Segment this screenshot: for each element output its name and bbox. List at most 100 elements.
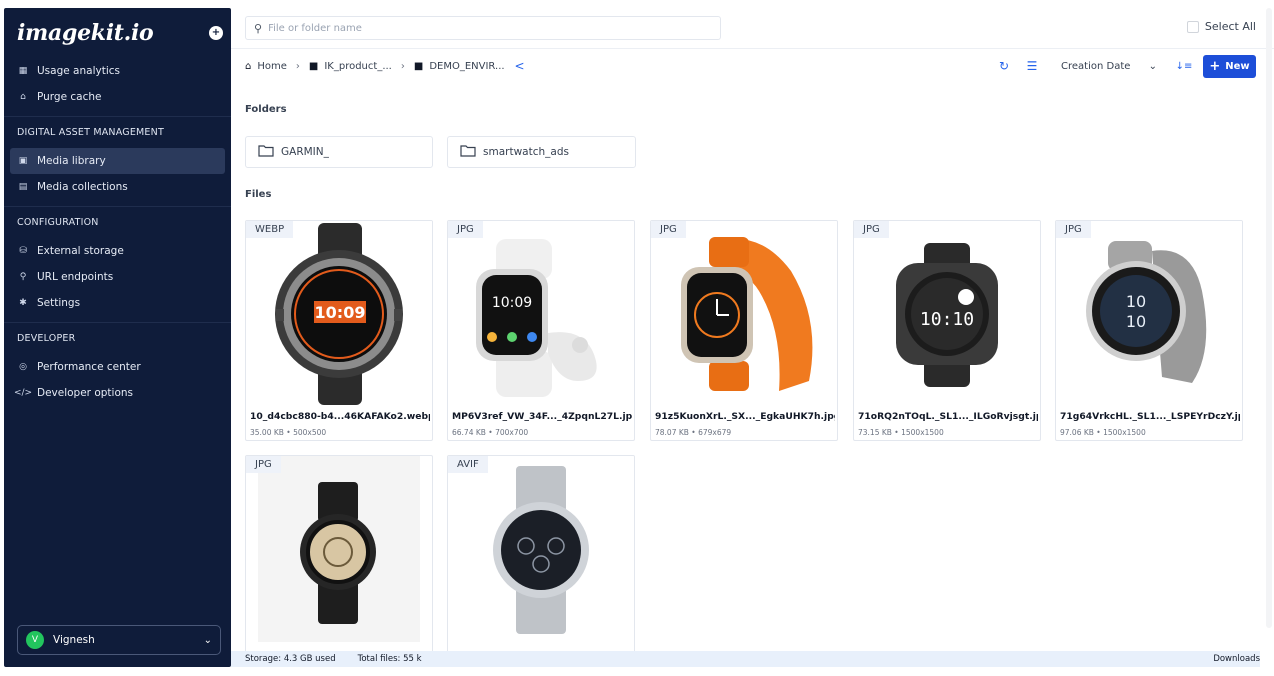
file-card[interactable]: 10:09 JPG MP6V3ref_VW_34F..._4ZpqnL27L.j…	[447, 220, 635, 441]
plus-circle-icon[interactable]: +	[209, 26, 223, 40]
folder-icon	[460, 144, 476, 160]
thumbnail: 10:10	[854, 221, 1040, 407]
sidebar-item-url-endpoints[interactable]: ⚲ URL endpoints	[4, 264, 231, 290]
sort-select[interactable]: Creation Date ⌄	[1051, 54, 1167, 78]
database-icon: ⛁	[19, 246, 27, 256]
sidebar-item-developer-options[interactable]: </> Developer options	[4, 380, 231, 406]
logo-row: imagekit.io +	[4, 8, 231, 58]
folder-name: GARMIN_	[281, 146, 329, 158]
file-card[interactable]: 10 10 JPG 71g64VrkcHL._SL1..._LSPEYrDczY…	[1055, 220, 1243, 441]
thumbnail: 10:09	[448, 221, 634, 407]
sidebar-item-usage-analytics[interactable]: ▦ Usage analytics	[4, 58, 231, 84]
section-label-configuration: CONFIGURATION	[4, 206, 231, 238]
sidebar-item-media-library[interactable]: ▣ Media library	[10, 148, 225, 174]
sort-direction-icon[interactable]: ↓≡	[1173, 61, 1195, 72]
svg-text:10: 10	[1126, 292, 1146, 311]
home-icon: ⌂	[245, 60, 252, 72]
file-meta: 97.06 KB • 1500x1500	[1060, 428, 1146, 437]
svg-text:10:10: 10:10	[920, 309, 974, 330]
main-content: ⚲ File or folder name Select All ⌂ Home …	[231, 0, 1274, 676]
breadcrumb-home[interactable]: Home	[257, 61, 287, 72]
search-input[interactable]: ⚲ File or folder name	[245, 16, 721, 40]
file-name: 71oRQ2nTOqL._SL1..._ILGoRvjsgt.jpg	[858, 411, 1038, 422]
sidebar-item-label: URL endpoints	[37, 271, 114, 283]
svg-text:10:09: 10:09	[315, 303, 366, 322]
thumbnail	[448, 456, 634, 642]
sidebar-item-label: Media collections	[37, 181, 128, 193]
select-all-label: Select All	[1204, 20, 1256, 33]
watch-image: 10:10	[896, 243, 998, 387]
sidebar-item-label: Usage analytics	[37, 65, 120, 77]
file-name: MP6V3ref_VW_34F..._4ZpqnL27L.jpeg	[452, 411, 632, 422]
list-view-icon[interactable]: ☰	[1021, 59, 1043, 73]
thumbnail: 10 10	[1056, 221, 1242, 407]
chevron-down-icon: ⌄	[1148, 60, 1157, 72]
file-card[interactable]: JPG	[245, 455, 433, 655]
sidebar-item-purge-cache[interactable]: ⌂ Purge cache	[4, 84, 231, 110]
gear-icon: ✱	[19, 298, 27, 308]
folder-card[interactable]: smartwatch_ads	[447, 136, 636, 168]
watch-image: 10:09	[275, 223, 403, 405]
sidebar-item-label: Developer options	[37, 387, 134, 399]
watch-image	[493, 466, 589, 634]
user-name: Vignesh	[53, 634, 95, 646]
gauge-icon: ◎	[19, 362, 27, 372]
sidebar-item-external-storage[interactable]: ⛁ External storage	[4, 238, 231, 264]
file-card[interactable]: 10:09 WEBP 10_d4cbc880-b4...46KAFAKo2.we…	[245, 220, 433, 441]
folder-icon: ■	[308, 60, 319, 72]
watch-image: 10:09	[476, 239, 597, 397]
refresh-icon[interactable]: ↻	[993, 59, 1015, 73]
sort-label: Creation Date	[1061, 60, 1131, 72]
divider	[231, 48, 1274, 49]
sidebar-item-settings[interactable]: ✱ Settings	[4, 290, 231, 316]
share-icon[interactable]: <	[515, 59, 525, 73]
file-name: 71g64VrkcHL._SL1..._LSPEYrDczY.jpg	[1060, 411, 1240, 422]
file-card[interactable]: 10:10 JPG 71oRQ2nTOqL._SL1..._ILGoRvjsgt…	[853, 220, 1041, 441]
watch-image	[300, 482, 376, 624]
folders-heading: Folders	[245, 104, 287, 115]
file-meta: 66.74 KB • 700x700	[452, 428, 529, 437]
sidebar-item-label: Settings	[37, 297, 81, 309]
broom-icon: ⌂	[20, 92, 26, 102]
breadcrumb: ⌂ Home › ■ IK_product_... › ■ DEMO_ENVIR…	[245, 58, 525, 74]
file-name: 10_d4cbc880-b4...46KAFAKo2.webp	[250, 411, 430, 422]
breadcrumb-folder-2[interactable]: DEMO_ENVIR...	[429, 61, 504, 72]
chart-icon: ▦	[18, 66, 28, 76]
file-card[interactable]: AVIF	[447, 455, 635, 655]
chevron-right-icon: ›	[400, 60, 405, 72]
breadcrumb-folder-1[interactable]: IK_product_...	[324, 61, 392, 72]
thumbnail	[258, 456, 420, 642]
top-bar: ⚲ File or folder name Select All	[245, 16, 1256, 40]
files-heading: Files	[245, 189, 272, 200]
chevron-right-icon: ›	[295, 60, 300, 72]
sidebar: imagekit.io + ▦ Usage analytics ⌂ Purge …	[4, 8, 231, 667]
thumbnail	[651, 221, 837, 407]
search-placeholder: File or folder name	[268, 22, 362, 34]
file-type-badge: JPG	[246, 456, 281, 473]
storage-used: Storage: 4.3 GB used	[245, 654, 336, 664]
sidebar-item-label: Media library	[37, 155, 106, 167]
sidebar-item-label: External storage	[37, 245, 124, 257]
select-all-checkbox[interactable]	[1186, 20, 1199, 33]
downloads-link[interactable]: Downloads	[1213, 654, 1260, 664]
total-files: Total files: 55 k	[357, 654, 422, 664]
file-meta: 73.15 KB • 1500x1500	[858, 428, 944, 437]
new-button[interactable]: + New	[1203, 54, 1256, 78]
file-name: 91z5KuonXrL._SX..._EgkaUHK7h.jpg	[655, 411, 835, 422]
scrollbar[interactable]	[1266, 8, 1272, 628]
sidebar-item-performance-center[interactable]: ◎ Performance center	[4, 354, 231, 380]
user-menu[interactable]: V Vignesh ⌄	[17, 625, 221, 655]
code-icon: </>	[13, 388, 33, 398]
sidebar-item-media-collections[interactable]: ▤ Media collections	[4, 174, 231, 200]
image-icon: ▣	[18, 156, 28, 166]
section-label-developer: DEVELOPER	[4, 322, 231, 354]
folder-card[interactable]: GARMIN_	[245, 136, 433, 168]
select-all[interactable]: Select All	[1186, 20, 1256, 33]
file-card[interactable]: JPG 91z5KuonXrL._SX..._EgkaUHK7h.jpg 78.…	[650, 220, 838, 441]
file-type-badge: JPG	[854, 221, 889, 238]
avatar: V	[26, 631, 44, 649]
logo[interactable]: imagekit.io	[17, 20, 154, 46]
thumbnail: 10:09	[246, 221, 432, 407]
svg-text:10: 10	[1126, 312, 1146, 331]
new-button-label: New	[1225, 60, 1250, 72]
